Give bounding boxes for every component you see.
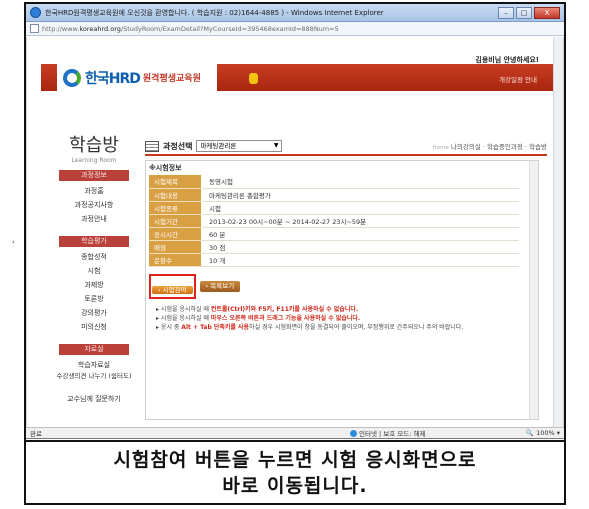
url-text[interactable]: http://www.koreahrd.org/StudyRoom/ExamDe…	[42, 25, 339, 33]
table-row: 배점 30 점	[149, 240, 519, 254]
table-row: 시험기간 2013-02-23 00시~00분 ~ 2014-02-27 23시~…	[149, 214, 519, 228]
logo-mark-icon	[63, 68, 81, 87]
close-button[interactable]: X	[534, 6, 560, 19]
exam-info-title: ※시험정보	[149, 164, 182, 172]
course-select-label: 과정선택	[163, 141, 193, 151]
nav-section-course-info: 과정정보	[59, 170, 129, 181]
nav-item-exam[interactable]: 시험	[49, 264, 139, 278]
nav-item-materials[interactable]: 학습자료실	[49, 358, 139, 372]
logo-subtext: 원격평생교육원	[142, 74, 201, 84]
status-done: 완료	[30, 430, 42, 438]
nav-item-course-home[interactable]: 과정홈	[49, 184, 139, 198]
row-value: 시험	[201, 201, 519, 215]
exam-info-panel: ※시험정보 시험제목 동영시험 시험내용 마케팅관리론 총합평가 시험종류 시험 시험…	[145, 160, 539, 420]
breadcrumb-path[interactable]: 나의강의실 · 학습중인과정 · 학습방	[451, 143, 547, 151]
ie-logo-icon	[30, 7, 41, 18]
nav-item-course-guide[interactable]: 과정안내	[49, 212, 139, 226]
nav-item-course-notice[interactable]: 과정공지사항	[49, 198, 139, 212]
site-header: 김용비님 안녕하세요! 한국HRD 원격평생교육원 개강일정 안내	[27, 37, 555, 125]
minimize-button[interactable]: –	[498, 6, 514, 19]
site-logo[interactable]: 한국HRD 원격평생교육원	[57, 61, 217, 94]
screenshot-frame: 한국HRD원격평생교육원에 오신것을 환영합니다. ( 학습지원 : 02)16…	[24, 2, 566, 505]
emblem-icon	[249, 73, 258, 84]
row-key: 배점	[149, 240, 201, 254]
exam-info-table: 시험제목 동영시험 시험내용 마케팅관리론 총합평가 시험종류 시험 시험기간 2013…	[149, 175, 519, 267]
schedule-link[interactable]: 개강일정 안내	[499, 74, 537, 84]
course-selected-value: 마케팅관리론	[200, 142, 237, 150]
exam-notes: ▸ 시험을 응시하실 때 컨트롤(Ctrl)키와 F5키, F11키를 사용하실…	[156, 305, 538, 332]
row-key: 시험기간	[149, 214, 201, 228]
caption-box: 시험참여 버튼을 누르면 시험 응시화면으로 바로 이동됩니다.	[26, 440, 564, 503]
page-scrollbar[interactable]	[553, 37, 563, 427]
document-icon	[145, 140, 159, 152]
nav-item-assignment[interactable]: 과제방	[49, 278, 139, 292]
caption-line-2: 바로 이동됩니다.	[222, 474, 368, 497]
nav-item-opinions[interactable]: 수강생의견 나누기 (쉼터도)	[49, 372, 139, 392]
logo-text: 한국HRD	[85, 70, 141, 87]
nav-item-appeal[interactable]: 미의신청	[49, 320, 139, 334]
caption-line-1: 시험참여 버튼을 누르면 시험 응시화면으로	[113, 448, 477, 471]
take-exam-button[interactable]: › 시험참여	[152, 285, 193, 294]
panel-scrollbar[interactable]	[529, 161, 538, 419]
address-bar[interactable]: http://www.koreahrd.org/StudyRoom/ExamDe…	[26, 22, 564, 36]
row-value: 30 점	[201, 240, 519, 254]
table-row: 문항수 10 개	[149, 253, 519, 267]
window-titlebar: 한국HRD원격평생교육원에 오신것을 환영합니다. ( 학습지원 : 02)16…	[26, 4, 564, 22]
window-title: 한국HRD원격평생교육원에 오신것을 환영합니다. ( 학습지원 : 02)16…	[45, 8, 384, 17]
main-area: 과정선택 마케팅관리론 ▼ Home 나의강의실 · 학습중인과정 · 학습방 ※…	[145, 140, 547, 420]
nav-item-discussion[interactable]: 토론방	[49, 292, 139, 306]
page-icon	[30, 24, 39, 33]
pointer-arrow-icon: ›	[12, 238, 15, 246]
row-key: 시험종류	[149, 201, 201, 215]
browser-content: 김용비님 안녕하세요! 한국HRD 원격평생교육원 개강일정 안내 학습방 Le…	[26, 37, 564, 427]
table-row: 시험제목 동영시험	[149, 175, 519, 189]
highlight-box: › 시험참여	[149, 273, 196, 299]
row-value: 동영시험	[201, 175, 519, 189]
list-view-button[interactable]: › 목록보기	[199, 280, 241, 292]
page-title: 학습방	[69, 135, 119, 156]
breadcrumb: Home 나의강의실 · 학습중인과정 · 학습방	[433, 141, 547, 151]
table-row: 응시시간 60 분	[149, 227, 519, 241]
nav-item-ask-professor[interactable]: 교수님께 질문하기	[49, 392, 139, 406]
page-subtitle: Learning Room	[71, 157, 117, 164]
security-zone: 인터넷 | 보호 모드: 해제	[350, 428, 425, 438]
row-value: 2013-02-23 00시~00분 ~ 2014-02-27 23시~59분	[201, 214, 519, 228]
zoom-level[interactable]: 🔍 100% ▾	[526, 429, 560, 437]
note-item: ▸ 시험을 응시하실 때 마우스 오른쪽 버튼과 드래그 기능을 사용하실 수 …	[156, 314, 361, 322]
course-select-row: 과정선택 마케팅관리론 ▼ Home 나의강의실 · 학습중인과정 · 학습방	[145, 140, 547, 156]
table-row: 시험종류 시험	[149, 201, 519, 215]
row-value: 60 분	[201, 227, 519, 241]
row-key: 시험내용	[149, 188, 201, 202]
nav-section-evaluation: 학습평가	[59, 236, 129, 247]
row-value: 10 개	[201, 253, 519, 267]
exam-button-row: › 시험참여 › 목록보기	[149, 273, 538, 299]
globe-icon	[350, 430, 357, 437]
row-value: 마케팅관리론 총합평가	[201, 188, 519, 202]
note-item: ▸ 응시 중 Alt + Tab 단축키를 사용하실 경우 시험화면이 창을 동…	[156, 323, 464, 331]
row-key: 시험제목	[149, 175, 201, 189]
maximize-button[interactable]: □	[516, 6, 532, 19]
table-row: 시험내용 마케팅관리론 총합평가	[149, 188, 519, 202]
nav-item-lecture-eval[interactable]: 강의평가	[49, 306, 139, 320]
status-bar: 완료 인터넷 | 보호 모드: 해제 🔍 100% ▾	[26, 427, 564, 439]
row-key: 응시시간	[149, 227, 201, 241]
course-select-dropdown[interactable]: 마케팅관리론 ▼	[196, 140, 283, 152]
note-item: ▸ 시험을 응시하실 때 컨트롤(Ctrl)키와 F5키, F11키를 사용하실…	[156, 305, 359, 313]
nav-item-total-grade[interactable]: 종합성적	[49, 250, 139, 264]
row-key: 문항수	[149, 253, 201, 267]
chevron-down-icon: ▼	[273, 142, 279, 149]
home-icon[interactable]: Home	[433, 145, 449, 151]
nav-section-resources: 자료실	[59, 344, 129, 355]
left-nav: 학습방 Learning Room 과정정보 과정홈 과정공지사항 과정안내 학…	[49, 131, 139, 406]
